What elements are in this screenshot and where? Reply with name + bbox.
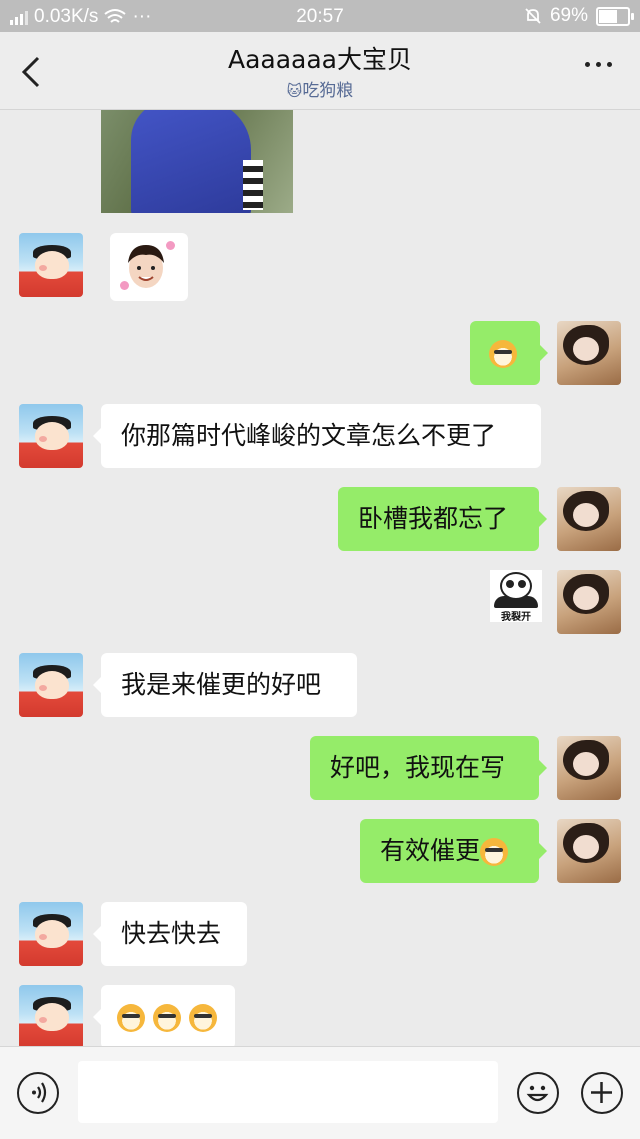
battery-percent: 69% xyxy=(549,5,588,26)
doge-emoji xyxy=(152,1004,181,1032)
message-bubble[interactable]: 卧槽我都忘了 xyxy=(338,487,547,551)
avatar-self[interactable] xyxy=(557,570,621,634)
status-bar: 0.03K/s ··· 20:57 69% xyxy=(0,0,640,32)
cat-icon: 🐱 xyxy=(286,82,303,100)
panda-sticker[interactable]: 我裂开 xyxy=(490,570,542,623)
input-bar xyxy=(0,1046,640,1139)
avatar-self[interactable] xyxy=(557,487,621,551)
avatar-contact[interactable] xyxy=(19,902,83,966)
smiley-icon[interactable] xyxy=(517,1072,559,1114)
avatar-self[interactable] xyxy=(557,736,621,800)
avatar-contact[interactable] xyxy=(19,233,83,297)
battery-icon xyxy=(596,6,634,26)
doge-emoji xyxy=(188,1004,217,1032)
avatar-contact[interactable] xyxy=(19,653,83,717)
message-bubble[interactable]: 好吧，我现在写 xyxy=(310,736,547,800)
battery-level xyxy=(599,9,617,23)
message-bubble[interactable]: 有效催更 xyxy=(360,819,547,883)
sticker-bubble[interactable] xyxy=(470,321,548,385)
avatar-self[interactable] xyxy=(557,819,621,883)
doge-emoji xyxy=(489,340,517,368)
chat-title: Aaaaaaa大宝贝 xyxy=(227,45,413,74)
plus-icon[interactable] xyxy=(581,1072,623,1114)
message-bubble[interactable]: 快去快去 xyxy=(93,902,247,966)
avatar-contact[interactable] xyxy=(19,985,83,1046)
emoji-bubble[interactable] xyxy=(93,985,235,1046)
panda-sticker-caption: 我裂开 xyxy=(501,612,531,623)
more-options-icon[interactable] xyxy=(585,62,612,67)
avatar-self[interactable] xyxy=(557,321,621,385)
message-input[interactable] xyxy=(78,1061,498,1123)
avatar-contact[interactable] xyxy=(19,404,83,468)
chat-header: Aaaaaaa大宝贝 🐱吃狗粮 xyxy=(0,32,640,110)
message-bubble[interactable]: 你那篇时代峰峻的文章怎么不更了 xyxy=(93,404,541,468)
mute-bell-icon xyxy=(525,8,541,24)
photo-message[interactable] xyxy=(101,110,293,213)
message-bubble[interactable]: 我是来催更的好吧 xyxy=(93,653,357,717)
kid-face-sticker[interactable] xyxy=(110,233,188,301)
message-list[interactable]: 你那篇时代峰峻的文章怎么不更了 卧槽我都忘了 我裂开 我是来催更的好吧 好吧，我… xyxy=(0,110,640,1046)
doge-emoji xyxy=(117,1004,145,1032)
voice-icon[interactable] xyxy=(17,1072,59,1114)
doge-emoji xyxy=(480,838,509,866)
chat-subtitle: 🐱吃狗粮 xyxy=(286,81,354,101)
